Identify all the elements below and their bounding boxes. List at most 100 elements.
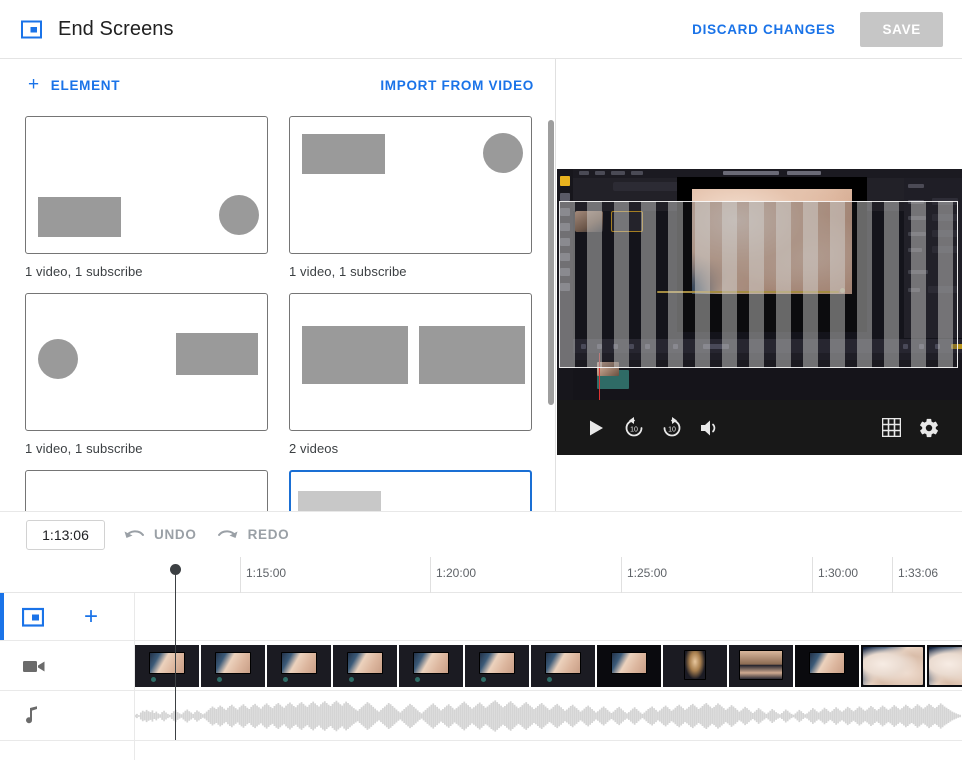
end-screen-template-card[interactable] [25, 293, 268, 431]
undo-icon [123, 527, 145, 543]
template-list-scrollbar[interactable] [548, 120, 554, 405]
timecode-input[interactable]: 1:13:06 [26, 519, 105, 550]
end-screen-template-card[interactable] [289, 470, 532, 511]
thumbnail-image [413, 652, 449, 674]
template-cell [289, 470, 553, 511]
track-row-audio [0, 691, 962, 741]
playhead[interactable] [170, 564, 181, 575]
video-thumbnail-strip[interactable] [135, 645, 962, 687]
svg-text:10: 10 [630, 426, 638, 433]
grid-button[interactable] [872, 409, 910, 447]
thumbnail-image [611, 652, 647, 674]
template-scroll-area[interactable]: 1 video, 1 subscribe 1 video, 1 subscribe… [0, 111, 555, 511]
thumbnail-marker [283, 677, 288, 682]
video-thumbnail[interactable] [597, 645, 661, 687]
template-cell [25, 470, 289, 511]
video-thumbnail[interactable] [531, 645, 595, 687]
add-element-button[interactable]: + ELEMENT [28, 73, 120, 95]
forward-10-button[interactable]: 10 [653, 409, 691, 447]
end-screen-template-card[interactable] [289, 116, 532, 254]
add-end-screen-button[interactable]: + [84, 604, 98, 629]
template-video-shape [176, 333, 258, 375]
audio-track-area[interactable] [135, 691, 962, 740]
template-video-shape [419, 326, 525, 384]
recorded-editor-playhead [599, 353, 600, 400]
page-title: End Screens [58, 17, 174, 40]
templates-toolbar: + ELEMENT IMPORT FROM VIDEO [0, 59, 555, 111]
video-thumbnail[interactable] [795, 645, 859, 687]
undo-button[interactable]: UNDO [123, 527, 197, 543]
end-screen-template-card[interactable] [289, 293, 532, 431]
timeline-ruler[interactable]: 1:15:00 1:20:00 1:25:00 1:30:00 1:33:06 [0, 557, 962, 593]
template-video-shape [298, 491, 381, 511]
video-thumbnail[interactable] [135, 645, 199, 687]
thumbnail-image [863, 647, 923, 685]
timeline-bottom-header [0, 741, 135, 760]
svg-text:10: 10 [668, 426, 676, 433]
recorded-video-content [692, 189, 852, 294]
template-subscribe-shape [38, 339, 78, 379]
thumbnail-image [215, 652, 251, 674]
endscreen-track-header: + [0, 593, 135, 640]
video-thumbnail[interactable] [729, 645, 793, 687]
template-label: 1 video, 1 subscribe [25, 441, 143, 456]
replay-10-button[interactable]: 10 [615, 409, 653, 447]
end-screen-template-card[interactable] [25, 116, 268, 254]
video-thumbnail[interactable] [201, 645, 265, 687]
thumbnail-marker [217, 677, 222, 682]
recorded-editor-canvas [677, 177, 867, 332]
track-row-endscreen: + [0, 593, 962, 641]
video-thumbnail[interactable] [333, 645, 397, 687]
video-thumbnail[interactable] [927, 645, 962, 687]
video-preview[interactable] [557, 169, 962, 400]
recorded-editor-properties [904, 178, 962, 338]
thumbnail-marker [415, 677, 420, 682]
track-row-video [0, 641, 962, 691]
timeline-toolbar: 1:13:06 UNDO REDO [0, 511, 962, 557]
save-button[interactable]: SAVE [860, 11, 943, 47]
import-from-video-button[interactable]: IMPORT FROM VIDEO [380, 78, 534, 93]
template-cell: 2 videos [289, 293, 553, 456]
timeline-bottom-row [0, 741, 962, 760]
template-cell: 1 video, 1 subscribe [289, 116, 553, 279]
template-label: 1 video, 1 subscribe [25, 264, 143, 279]
thumbnail-image [149, 652, 185, 674]
end-screen-template-card[interactable] [25, 470, 268, 511]
template-grid: 1 video, 1 subscribe 1 video, 1 subscribe… [0, 111, 555, 511]
discard-changes-button[interactable]: DISCARD CHANGES [686, 14, 841, 45]
thumbnail-image [545, 652, 581, 674]
video-thumbnail[interactable] [399, 645, 463, 687]
plus-icon: + [28, 73, 40, 95]
video-thumbnail[interactable] [861, 645, 925, 687]
volume-button[interactable] [691, 409, 729, 447]
endscreen-track-area[interactable] [135, 593, 962, 640]
thumbnail-marker [151, 677, 156, 682]
redo-button[interactable]: REDO [217, 527, 290, 543]
redo-label: REDO [247, 527, 290, 542]
end-screens-editor: End Screens DISCARD CHANGES SAVE + ELEME… [0, 0, 962, 760]
thumbnail-image [929, 647, 962, 685]
template-cell: 1 video, 1 subscribe [25, 116, 289, 279]
thumbnail-image [809, 652, 845, 674]
video-thumbnail[interactable] [267, 645, 331, 687]
settings-button[interactable] [910, 409, 948, 447]
template-label: 2 videos [289, 441, 339, 456]
video-thumbnail[interactable] [465, 645, 529, 687]
recorded-editor-slider [657, 291, 839, 293]
template-subscribe-shape [219, 195, 259, 235]
app-header: End Screens DISCARD CHANGES SAVE [0, 0, 962, 59]
template-cell: 1 video, 1 subscribe [25, 293, 289, 456]
end-screen-icon [19, 17, 43, 41]
recorded-editor-sidebar [557, 169, 573, 400]
ruler-tick-label: 1:25:00 [627, 566, 668, 580]
template-label: 1 video, 1 subscribe [289, 264, 407, 279]
ruler-tick-label: 1:20:00 [436, 566, 477, 580]
end-screen-templates-panel: + ELEMENT IMPORT FROM VIDEO 1 video, 1 s… [0, 59, 556, 511]
video-track-area[interactable] [135, 641, 962, 690]
undo-label: UNDO [154, 527, 197, 542]
video-preview-pane: 10 10 [557, 59, 962, 511]
music-note-icon [22, 705, 42, 727]
video-thumbnail[interactable] [663, 645, 727, 687]
play-button[interactable] [577, 409, 615, 447]
ruler-tick [812, 557, 813, 593]
